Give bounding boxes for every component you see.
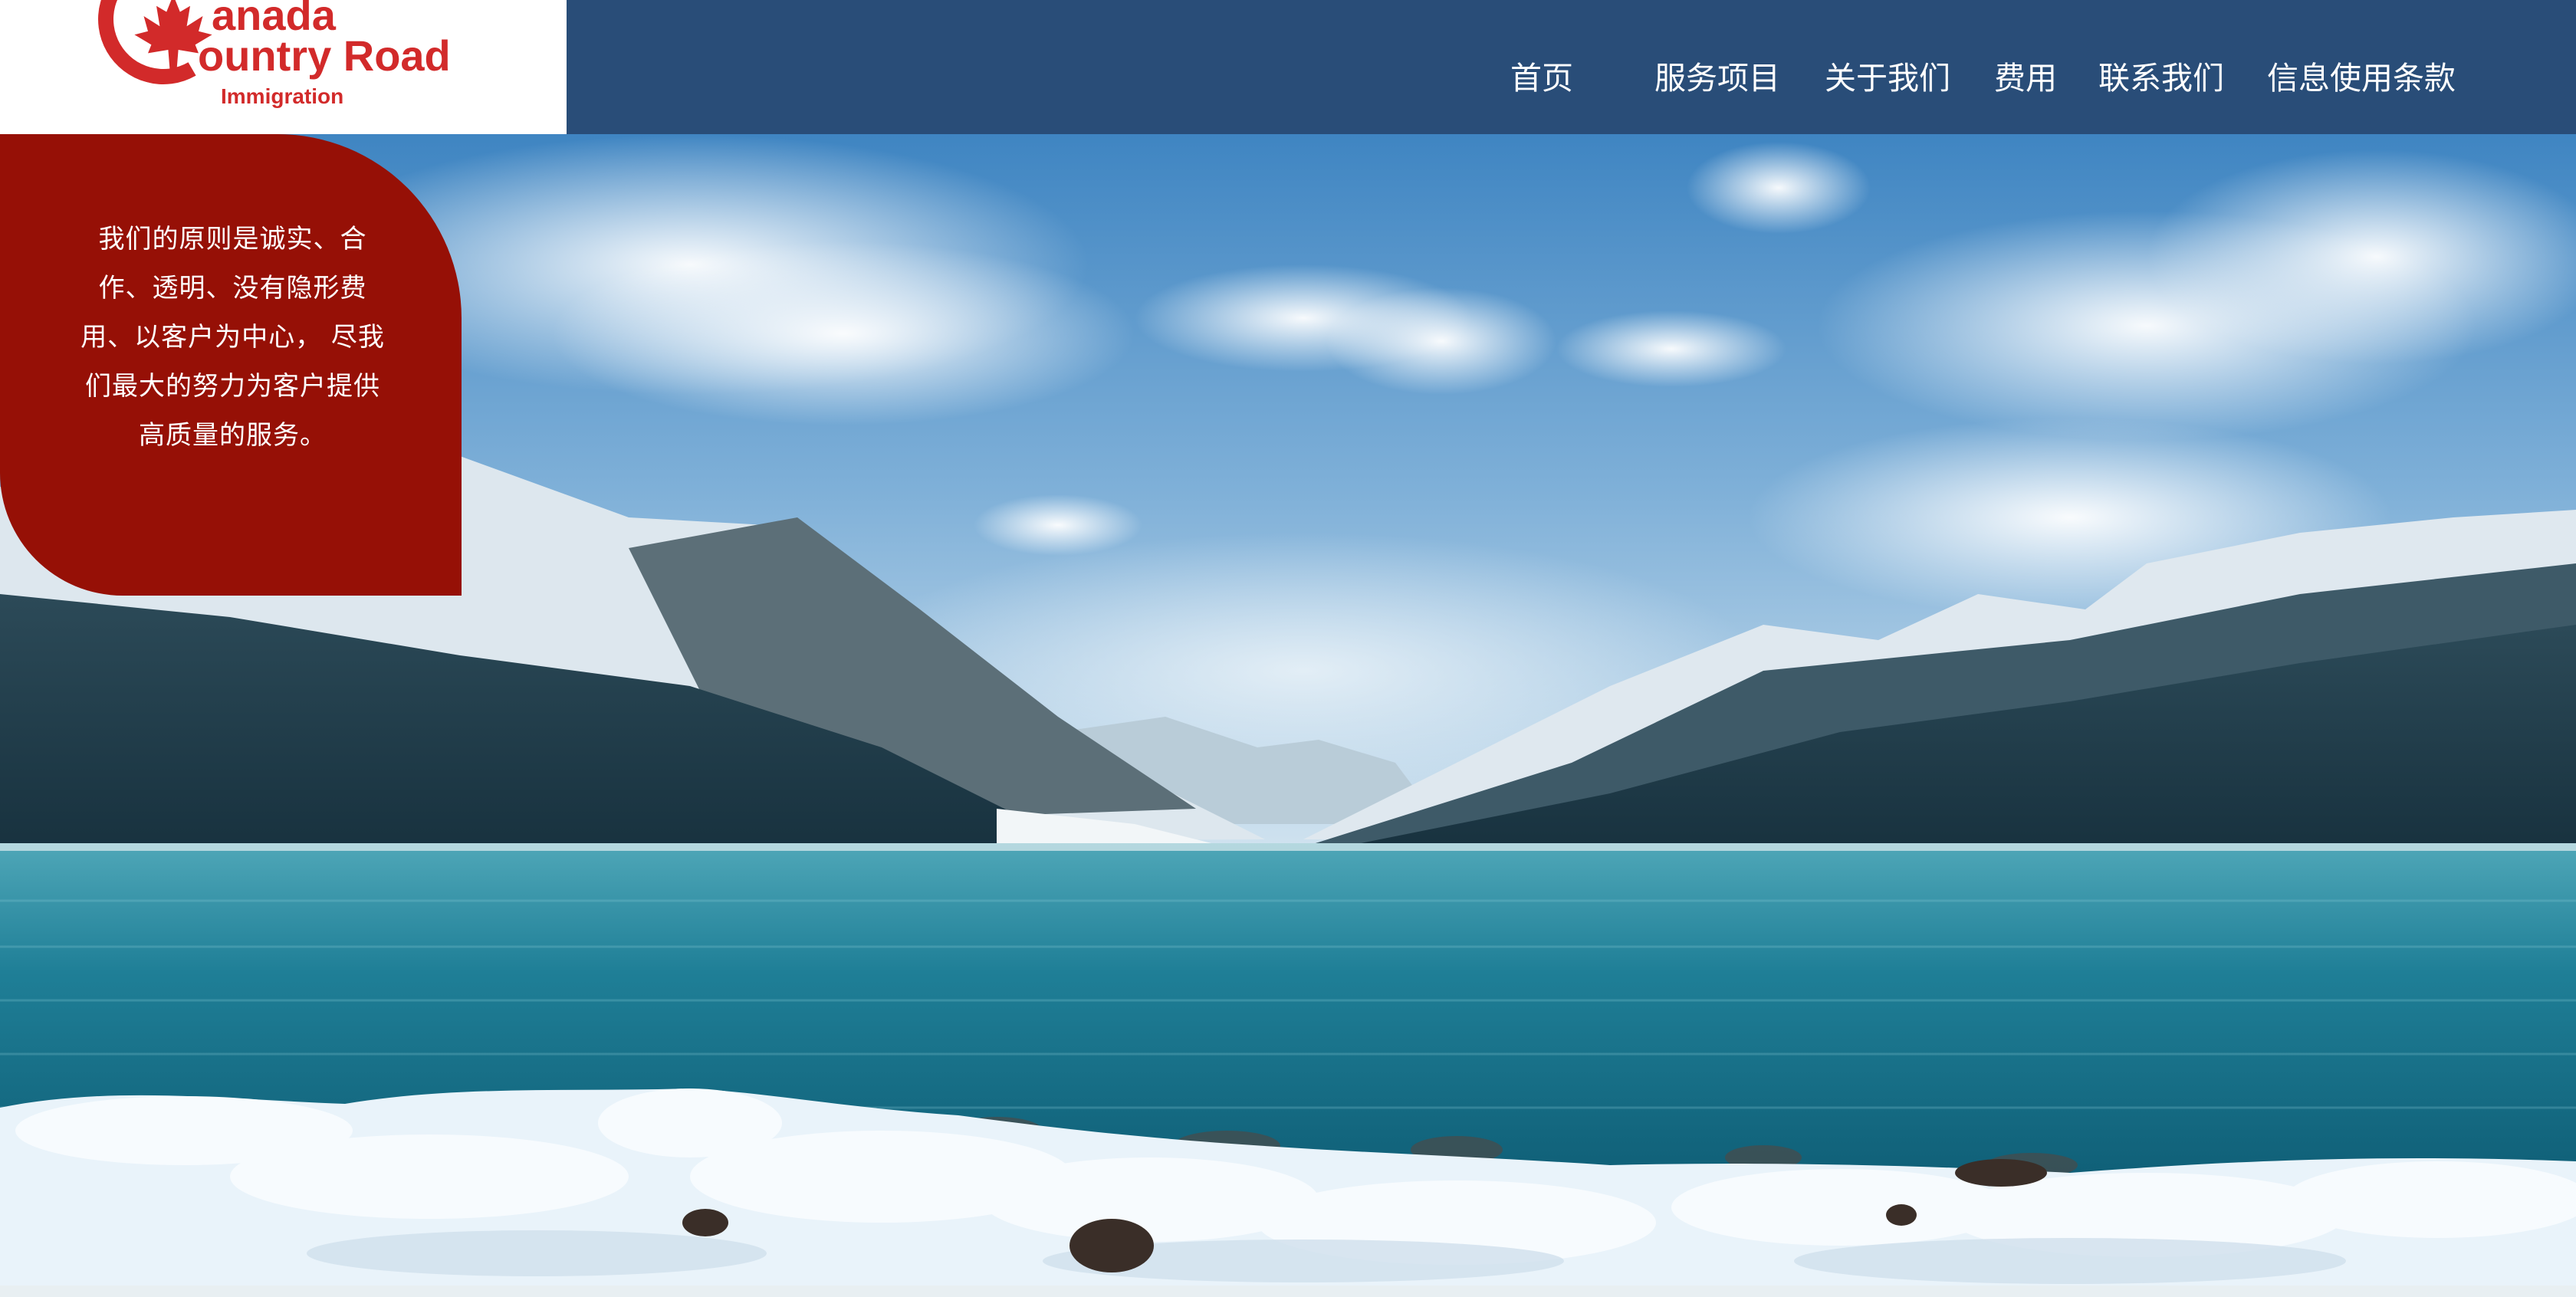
nav-item-about[interactable]: 关于我们 [1825,55,1950,101]
site-header: anada ountry Road Immigration 首页 服务项目 关于… [0,0,2576,134]
principle-text: 我们的原则是诚实、合作、透明、没有隐形费用、以客户为中心， 尽我们最大的努力为客… [80,224,385,451]
nav-item-terms[interactable]: 信息使用条款 [2267,55,2456,101]
nav-item-services[interactable]: 服务项目 [1654,55,1780,101]
nav-item-home[interactable]: 首页 [1510,55,1573,101]
nav-item-fees[interactable]: 费用 [1994,55,2057,101]
logo-text-country-road: ountry Road [198,31,451,80]
logo-text-immigration: Immigration [221,84,344,108]
logo[interactable]: anada ountry Road Immigration [0,0,567,134]
principle-bubble: 我们的原则是诚实、合作、透明、没有隐形费用、以客户为中心， 尽我们最大的努力为客… [0,134,462,596]
nav-item-contact[interactable]: 联系我们 [2098,55,2224,101]
page-bottom-strip [0,1286,2576,1297]
